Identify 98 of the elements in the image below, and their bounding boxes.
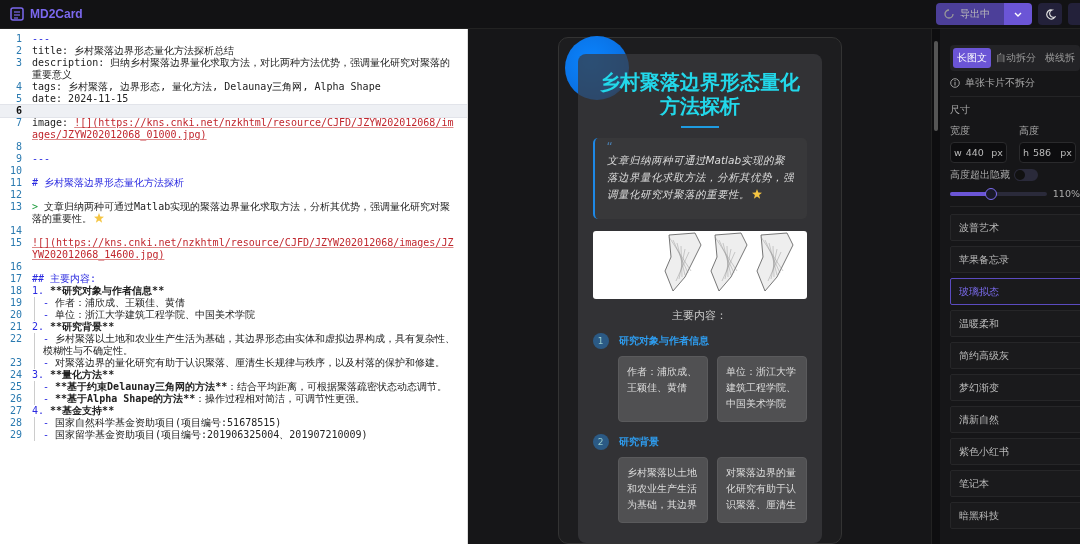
- code-line: tags: 乡村聚落, 边界形态, 量化方法, Delaunay三角网, Alpha Shape: [32, 81, 382, 93]
- code-line: - 作者：浦欣成、王颖佳、黄倩: [34, 297, 467, 309]
- line-number: 29: [8, 429, 23, 441]
- size-label: 尺寸: [950, 103, 971, 117]
- theme-item[interactable]: 波普艺术: [950, 214, 1080, 241]
- info-card: 单位：浙江大学建筑工程学院、中国美术学院: [716, 356, 807, 422]
- size-field[interactable]: h 586 px: [1019, 142, 1076, 163]
- line-number: 7: [14, 117, 23, 130]
- spinner-icon: [944, 9, 954, 19]
- line-number: 3: [14, 57, 23, 70]
- section-heading: 主要内容：: [671, 309, 728, 323]
- theme-toggle-button[interactable]: [1038, 3, 1062, 25]
- field-label: 宽度: [950, 124, 971, 138]
- code-line: date: 2024-11-15: [32, 93, 130, 105]
- code-line: ## 主要内容:: [32, 273, 98, 285]
- mode-tab[interactable]: 自动拆分: [992, 48, 1040, 68]
- title-underline: [680, 126, 719, 128]
- zoom-reading: 110%: [1052, 188, 1080, 199]
- line-number: 26: [8, 393, 23, 405]
- line-number: 10: [8, 165, 23, 177]
- code-line: - 国家自然科学基金资助项目(项目编号:51678515): [34, 417, 467, 429]
- line-number: 18: [8, 285, 23, 297]
- line-number: 11: [8, 177, 23, 189]
- quote-text: 文章归纳两种可通过Matlab实现的聚落边界量化求取方法，分析其优势，强调量化研究对聚落的重要性。: [606, 153, 795, 202]
- line-number: 19: [8, 297, 23, 309]
- theme-item[interactable]: 温暖柔和: [950, 310, 1080, 337]
- theme-item[interactable]: 紫色小红书: [950, 438, 1080, 465]
- caret-icon: [1014, 10, 1022, 18]
- export-button[interactable]: 导出中: [936, 3, 1004, 25]
- number-badge: 1: [592, 333, 609, 349]
- code-line: - 单位：浙江大学建筑工程学院、中国美术学院: [34, 309, 467, 321]
- info-card: 作者：浦欣成、王颖佳、黄倩: [617, 356, 708, 422]
- scrollbar[interactable]: [931, 29, 940, 544]
- info-card: 对聚落边界的量化研究有助于认识聚落、厘清生: [716, 457, 807, 523]
- logo-icon: [10, 7, 24, 21]
- theme-item[interactable]: 清新自然: [950, 406, 1080, 433]
- line-number: 14: [8, 225, 23, 237]
- code-line: > 文章归纳两种可通过Matlab实现的聚落边界量化求取方法，分析其优势，强调量化研究对聚落的重要性。: [32, 201, 452, 225]
- code-line: 3. **量化方法**: [32, 369, 116, 381]
- card-title: 乡村聚落边界形态量化方法探析: [598, 70, 801, 118]
- toggle-label: 高度超出隐藏: [950, 168, 1010, 182]
- code-line: - **基于约束Delaunay三角网的方法**：结合平均距离，可根据聚落疏密状态动态调节。: [34, 381, 467, 393]
- line-number: 20: [8, 309, 23, 321]
- field-label: 高度: [1019, 124, 1040, 138]
- info-text: 单张卡片不拆分: [965, 76, 1035, 90]
- theme-item[interactable]: 玻璃拟态: [950, 278, 1080, 305]
- line-number: 23: [8, 357, 23, 369]
- code-editor[interactable]: [0, 29, 468, 544]
- info-icon: [950, 78, 960, 88]
- theme-item[interactable]: 梦幻渐变: [950, 374, 1080, 401]
- theme-item[interactable]: 暗黑科技: [950, 502, 1080, 529]
- size-field[interactable]: w 440 px: [950, 142, 1007, 163]
- code-line: # 乡村聚落边界形态量化方法探析: [32, 177, 186, 189]
- mode-tab[interactable]: 横线拆: [1041, 48, 1079, 68]
- number-badge: 2: [592, 434, 609, 450]
- code-line: image: ![](https://kns.cnki.net/nzkhtml/resource/CJFD/JZYW202012068/images/JZYW202012068_01000.jpg): [32, 117, 455, 141]
- line-number: 17: [8, 273, 23, 285]
- code-line: ---: [32, 153, 52, 165]
- moon-icon: [1044, 8, 1056, 20]
- code-line: - 国家留学基金资助项目(项目编号:201906325004、201907210009): [34, 429, 467, 441]
- code-line: 1. **研究对象与作者信息**: [32, 285, 166, 297]
- line-number: 6: [14, 105, 23, 117]
- info-card: 乡村聚落以土地和农业生产生活为基础，其边界: [617, 457, 708, 523]
- line-number: 1: [14, 33, 23, 45]
- toggle-switch[interactable]: [1014, 169, 1038, 181]
- line-number: 22: [8, 333, 23, 346]
- theme-item[interactable]: 简约高级灰: [950, 342, 1080, 369]
- theme-item[interactable]: 苹果备忘录: [950, 246, 1080, 273]
- line-number: 24: [8, 369, 23, 381]
- dropdown-button[interactable]: [1004, 3, 1032, 25]
- line-number: 15: [8, 237, 23, 250]
- line-number: 4: [14, 81, 23, 93]
- line-number: 27: [8, 405, 23, 417]
- code-line: - 对聚落边界的量化研究有助于认识聚落、厘清生长规律与秩序，以及村落的保护和修建。: [34, 357, 467, 369]
- code-line: ---: [32, 33, 52, 45]
- theme-item[interactable]: 笔记本: [950, 470, 1080, 497]
- line-number: 2: [14, 45, 23, 57]
- section-title: 研究对象与作者信息: [618, 334, 709, 348]
- line-number: 21: [8, 321, 23, 333]
- code-line: title: 乡村聚落边界形态量化方法探析总结: [32, 45, 236, 57]
- code-line: 4. **基金支持**: [32, 405, 115, 417]
- code-line: 2. **研究背景**: [32, 321, 116, 333]
- slider-thumb[interactable]: [984, 187, 997, 200]
- line-number: 28: [8, 417, 23, 429]
- line-number: 16: [8, 261, 23, 273]
- quote-mark: “: [606, 142, 614, 152]
- line-number: 13: [8, 201, 23, 214]
- line-number: 5: [14, 93, 23, 105]
- line-number: 9: [14, 153, 23, 165]
- line-number: 12: [8, 189, 23, 201]
- code-line: ![](https://kns.cnki.net/nzkhtml/resource/CJFD/JZYW202012068/images/JZYW202012068_14600.jpg): [32, 237, 455, 261]
- app-title: MD2Card: [30, 7, 83, 21]
- section-title: 研究背景: [618, 435, 659, 449]
- code-line: - 乡村聚落以土地和农业生产生活为基础，其边界形态由实体和虚拟边界构成，具有复杂性、模糊性与不确定性。: [34, 333, 467, 357]
- code-line: - **基于Alpha Shape的方法**：操作过程相对简洁，可调节性更强。: [34, 393, 467, 405]
- line-number: 25: [8, 381, 23, 393]
- mode-tab[interactable]: 长图文: [953, 48, 991, 68]
- line-number: 8: [14, 141, 23, 153]
